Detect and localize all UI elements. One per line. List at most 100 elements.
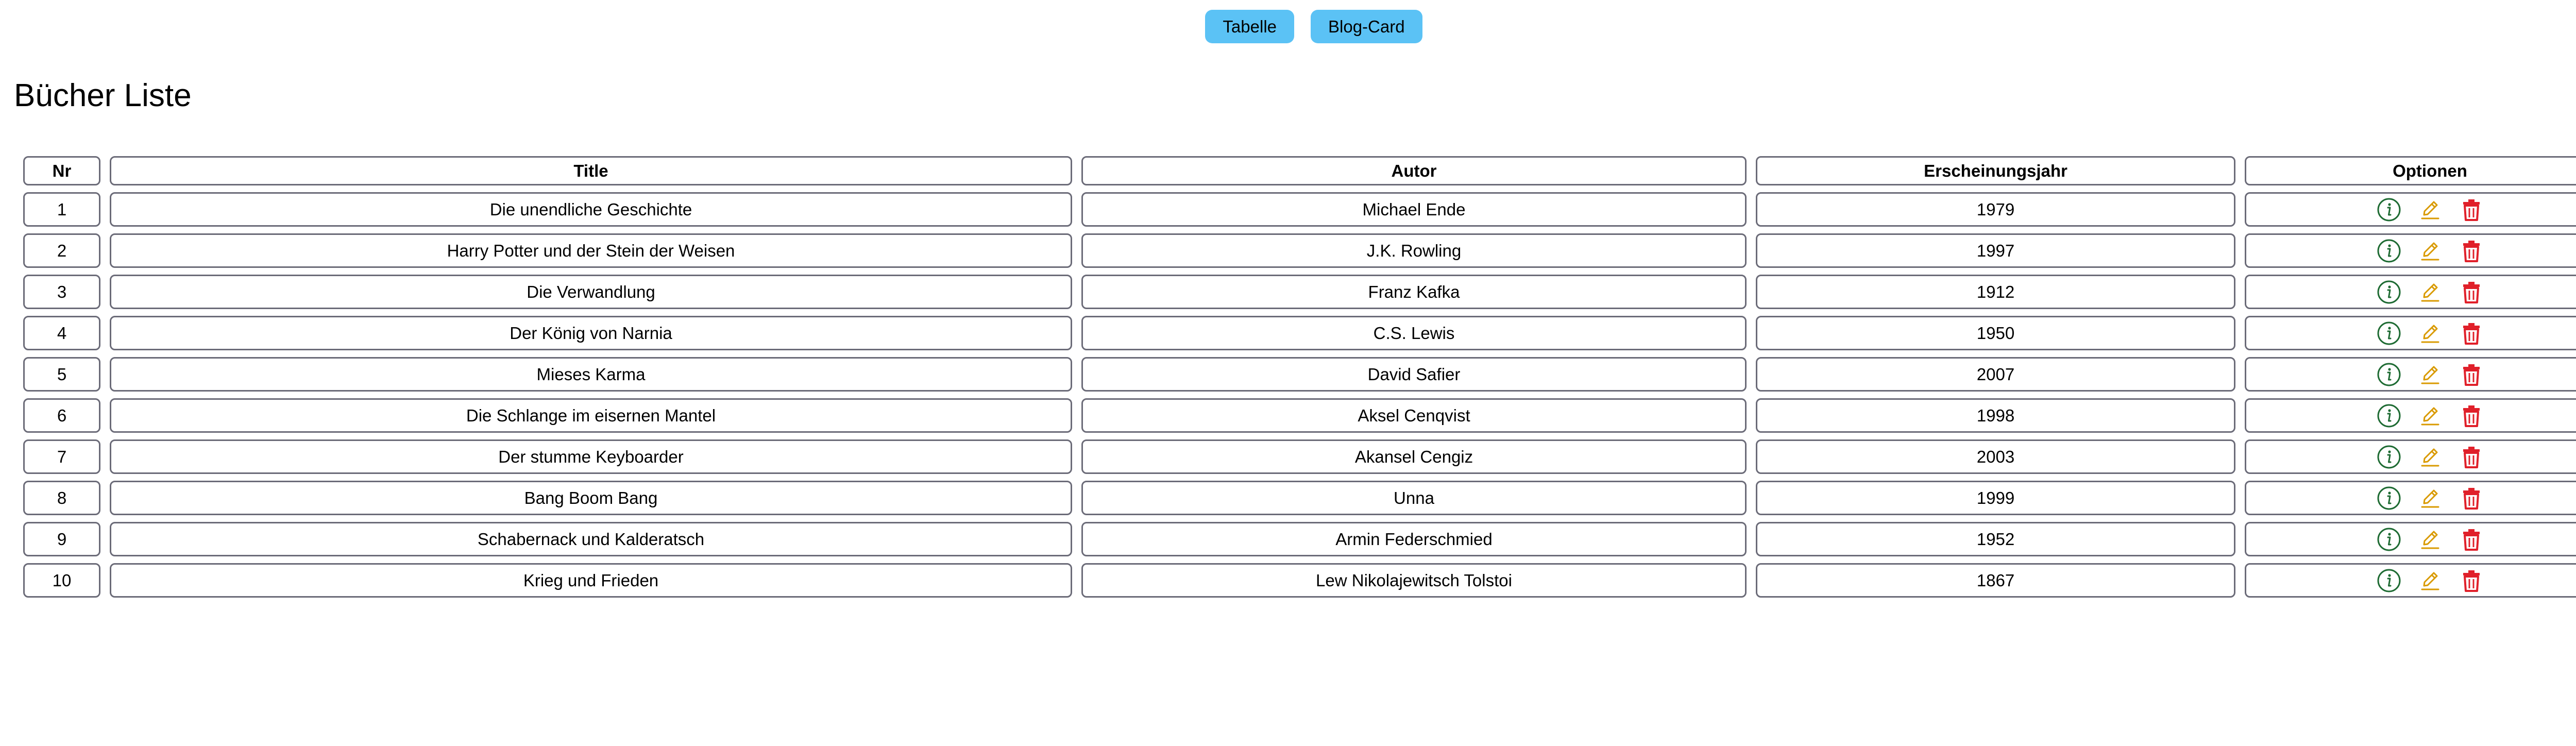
edit-button[interactable]: [2417, 567, 2444, 594]
delete-button[interactable]: [2458, 567, 2485, 594]
info-circle-icon: [2377, 569, 2400, 592]
cell-nr: 10: [23, 563, 100, 598]
delete-button[interactable]: [2458, 361, 2485, 388]
row-options: [2250, 238, 2576, 264]
delete-button[interactable]: [2458, 526, 2485, 553]
delete-button[interactable]: [2458, 238, 2485, 264]
table-row: 7 Der stumme Keyboarder Akansel Cengiz 2…: [23, 439, 2576, 474]
delete-button[interactable]: [2458, 485, 2485, 512]
trash-icon: [2463, 323, 2480, 345]
trash-icon: [2463, 199, 2480, 221]
trash-icon: [2463, 240, 2480, 262]
table-row: 6 Die Schlange im eisernen Mantel Aksel …: [23, 398, 2576, 433]
cell-year: 1999: [1756, 481, 2235, 515]
cell-title: Harry Potter und der Stein der Weisen: [110, 233, 1072, 268]
cell-title: Die Schlange im eisernen Mantel: [110, 398, 1072, 433]
cell-title: Krieg und Frieden: [110, 563, 1072, 598]
edit-button[interactable]: [2417, 196, 2444, 223]
info-button[interactable]: [2376, 526, 2402, 553]
cell-year: 2007: [1756, 357, 2235, 392]
cell-nr: 1: [23, 192, 100, 227]
cell-nr: 3: [23, 275, 100, 309]
cell-year: 1952: [1756, 522, 2235, 556]
pencil-icon: [2421, 407, 2439, 425]
cell-options: [2245, 233, 2576, 268]
cell-nr: 4: [23, 316, 100, 350]
cell-author: C.S. Lewis: [1081, 316, 1747, 350]
cell-author: Franz Kafka: [1081, 275, 1747, 309]
cell-author: Lew Nikolajewitsch Tolstoi: [1081, 563, 1747, 598]
info-button[interactable]: [2376, 444, 2402, 470]
cell-nr: 2: [23, 233, 100, 268]
pencil-icon: [2421, 572, 2439, 590]
info-button[interactable]: [2376, 320, 2402, 347]
delete-button[interactable]: [2458, 196, 2485, 223]
cell-author: Armin Federschmied: [1081, 522, 1747, 556]
cell-title: Bang Boom Bang: [110, 481, 1072, 515]
info-button[interactable]: [2376, 402, 2402, 429]
cell-nr: 8: [23, 481, 100, 515]
edit-button[interactable]: [2417, 402, 2444, 429]
edit-button[interactable]: [2417, 238, 2444, 264]
info-circle-icon: [2377, 528, 2400, 551]
column-header-author: Autor: [1081, 156, 1747, 185]
table-row: 3 Die Verwandlung Franz Kafka 1912: [23, 275, 2576, 309]
info-circle-icon: [2377, 486, 2400, 510]
cell-options: [2245, 439, 2576, 474]
table-row: 10 Krieg und Frieden Lew Nikolajewitsch …: [23, 563, 2576, 598]
edit-button[interactable]: [2417, 444, 2444, 470]
edit-button[interactable]: [2417, 526, 2444, 553]
trash-icon: [2463, 405, 2480, 427]
info-button[interactable]: [2376, 567, 2402, 594]
edit-button[interactable]: [2417, 320, 2444, 347]
view-toggle: Tabelle Blog-Card: [0, 10, 2576, 43]
trash-icon: [2463, 487, 2480, 510]
pencil-icon: [2421, 366, 2439, 384]
info-button[interactable]: [2376, 485, 2402, 512]
info-button[interactable]: [2376, 196, 2402, 223]
trash-icon: [2463, 364, 2480, 386]
delete-button[interactable]: [2458, 444, 2485, 470]
table-row: 4 Der König von Narnia C.S. Lewis 1950: [23, 316, 2576, 350]
info-circle-icon: [2377, 445, 2400, 468]
row-options: [2250, 402, 2576, 429]
cell-author: Michael Ende: [1081, 192, 1747, 227]
info-button[interactable]: [2376, 238, 2402, 264]
book-table: Nr Title Autor Erscheinungsjahr Optionen…: [14, 149, 2576, 604]
info-button[interactable]: [2376, 279, 2402, 306]
cell-nr: 7: [23, 439, 100, 474]
pencil-icon: [2421, 448, 2439, 466]
delete-button[interactable]: [2458, 320, 2485, 347]
column-header-year: Erscheinungsjahr: [1756, 156, 2235, 185]
cell-nr: 9: [23, 522, 100, 556]
row-options: [2250, 485, 2576, 512]
pencil-icon: [2421, 201, 2439, 219]
delete-button[interactable]: [2458, 279, 2485, 306]
blog-card-view-button[interactable]: Blog-Card: [1311, 10, 1422, 43]
cell-options: [2245, 316, 2576, 350]
cell-options: [2245, 522, 2576, 556]
pencil-icon: [2421, 489, 2439, 507]
cell-year: 1867: [1756, 563, 2235, 598]
table-view-button[interactable]: Tabelle: [1205, 10, 1294, 43]
edit-button[interactable]: [2417, 485, 2444, 512]
edit-button[interactable]: [2417, 361, 2444, 388]
cell-options: [2245, 481, 2576, 515]
pencil-icon: [2421, 283, 2439, 301]
cell-nr: 5: [23, 357, 100, 392]
pencil-icon: [2421, 325, 2439, 343]
cell-year: 1912: [1756, 275, 2235, 309]
cell-options: [2245, 275, 2576, 309]
table-body: 1 Die unendliche Geschichte Michael Ende…: [23, 192, 2576, 598]
edit-button[interactable]: [2417, 279, 2444, 306]
cell-options: [2245, 357, 2576, 392]
info-circle-icon: [2377, 321, 2400, 345]
info-circle-icon: [2377, 363, 2400, 386]
info-button[interactable]: [2376, 361, 2402, 388]
delete-button[interactable]: [2458, 402, 2485, 429]
cell-author: Akansel Cengiz: [1081, 439, 1747, 474]
row-options: [2250, 279, 2576, 306]
cell-author: J.K. Rowling: [1081, 233, 1747, 268]
page-title: Bücher Liste: [14, 78, 192, 113]
info-circle-icon: [2377, 404, 2400, 427]
